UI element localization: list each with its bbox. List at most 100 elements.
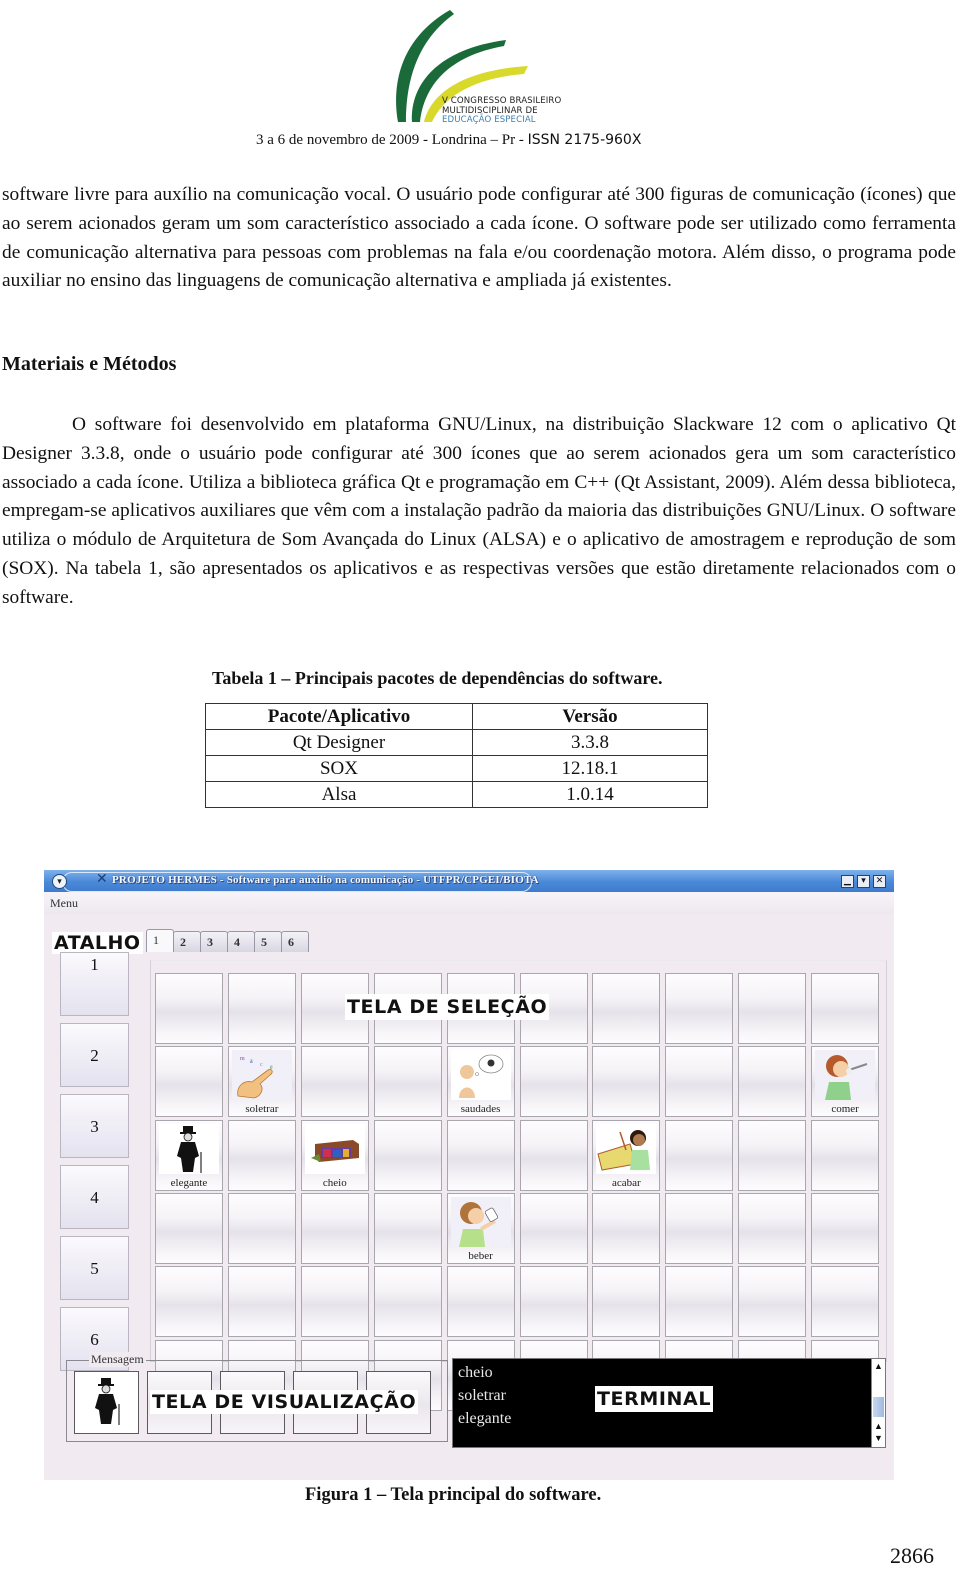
- shortcut-button-4[interactable]: 4: [60, 1165, 129, 1229]
- empty-icon-slot[interactable]: [227, 1266, 296, 1338]
- empty-icon-slot[interactable]: [665, 973, 734, 1044]
- empty-icon-slot[interactable]: [227, 1192, 296, 1264]
- table-cell: Qt Designer: [205, 729, 473, 756]
- empty-icon-slot[interactable]: [592, 1266, 661, 1338]
- icon-button-comer[interactable]: comer: [811, 1046, 880, 1118]
- empty-icon-slot[interactable]: [300, 1192, 369, 1264]
- tab-2[interactable]: 2: [173, 931, 201, 952]
- svg-text:c: c: [260, 1062, 263, 1068]
- atalho-label: ATALHO: [52, 932, 143, 954]
- issn: ISSN 2175-960X: [527, 132, 642, 148]
- tab-1[interactable]: 1: [146, 929, 174, 952]
- empty-icon-slot[interactable]: [738, 973, 807, 1044]
- empty-icon-slot[interactable]: [665, 1266, 734, 1338]
- empty-icon-slot[interactable]: [519, 1046, 588, 1118]
- empty-icon-slot[interactable]: [665, 1192, 734, 1264]
- finish-girl-box-icon: [596, 1123, 657, 1174]
- eating-boy-icon: [815, 1050, 876, 1101]
- empty-icon-slot[interactable]: [300, 1266, 369, 1338]
- full-box-icon: [304, 1123, 365, 1174]
- empty-icon-slot[interactable]: [811, 1266, 880, 1338]
- empty-icon-slot[interactable]: [592, 973, 661, 1044]
- empty-icon-slot[interactable]: [738, 1119, 807, 1191]
- visualization-screen-label: TELA DE VISUALIZAÇÃO: [150, 1390, 419, 1414]
- empty-icon-slot[interactable]: [373, 1119, 442, 1191]
- terminal-line: cheio: [458, 1364, 493, 1381]
- table-row: SOX 12.18.1: [205, 755, 708, 782]
- empty-icon-slot[interactable]: [592, 1192, 661, 1264]
- scroll-up-icon[interactable]: ▲: [872, 1421, 885, 1432]
- tab-5[interactable]: 5: [254, 931, 282, 952]
- empty-icon-slot[interactable]: [738, 1266, 807, 1338]
- dependencies-table: Pacote/Aplicativo Versão Qt Designer 3.3…: [205, 703, 708, 808]
- terminal-scrollbar[interactable]: ▲ ▲ ▼: [871, 1359, 885, 1447]
- terminal-line: soletrar: [458, 1387, 506, 1404]
- shortcut-button-label: 3: [90, 1117, 99, 1136]
- minimize-button[interactable]: ▁: [841, 875, 854, 888]
- empty-icon-slot[interactable]: [446, 1266, 515, 1338]
- event-line: 3 a 6 de novembro de 2009 - Londrina – P…: [256, 132, 736, 149]
- empty-icon-slot[interactable]: [811, 1192, 880, 1264]
- empty-icon-slot[interactable]: [300, 1046, 369, 1118]
- empty-icon-slot[interactable]: [738, 1192, 807, 1264]
- icon-button-beber[interactable]: beber: [446, 1192, 515, 1264]
- empty-icon-slot[interactable]: [155, 973, 223, 1044]
- empty-icon-slot[interactable]: [227, 973, 296, 1044]
- tab-6[interactable]: 6: [281, 931, 309, 952]
- icon-label: cheio: [322, 1176, 347, 1189]
- icon-button-cheio[interactable]: cheio: [300, 1119, 369, 1191]
- logo-text: V CONGRESSO BRASILEIRO MULTIDISCIPLINAR …: [442, 96, 561, 126]
- table-header-row: Pacote/Aplicativo Versão: [205, 703, 708, 730]
- close-button[interactable]: ✕: [873, 875, 886, 888]
- scroll-thumb[interactable]: [873, 1397, 884, 1417]
- empty-icon-slot[interactable]: [665, 1046, 734, 1118]
- scroll-up-icon[interactable]: ▲: [872, 1361, 885, 1372]
- empty-icon-slot[interactable]: [811, 1119, 880, 1191]
- elegant-man-icon: [77, 1376, 137, 1426]
- icon-label: saudades: [460, 1103, 501, 1116]
- empty-icon-slot[interactable]: [811, 973, 880, 1044]
- empty-icon-slot[interactable]: [373, 1046, 442, 1118]
- icon-label: soletrar: [245, 1103, 279, 1116]
- terminal-line: elegante: [458, 1410, 512, 1427]
- empty-icon-slot[interactable]: [373, 1192, 442, 1264]
- tab-4[interactable]: 4: [227, 931, 255, 952]
- empty-icon-slot[interactable]: [446, 1119, 515, 1191]
- shortcut-button-3[interactable]: 3: [60, 1094, 129, 1158]
- empty-icon-slot[interactable]: [519, 1266, 588, 1338]
- shortcut-button-label: 1: [90, 955, 99, 974]
- empty-icon-slot[interactable]: [592, 1046, 661, 1118]
- icon-button-elegante[interactable]: elegante: [155, 1119, 223, 1191]
- empty-icon-slot[interactable]: [155, 1046, 223, 1118]
- empty-icon-slot[interactable]: [519, 1119, 588, 1191]
- empty-icon-slot[interactable]: [155, 1192, 223, 1264]
- shortcut-button-5[interactable]: 5: [60, 1236, 129, 1300]
- spelling-hand-icon: mācē: [231, 1050, 292, 1101]
- empty-icon-slot[interactable]: [519, 1192, 588, 1264]
- icon-label: acabar: [612, 1176, 641, 1189]
- empty-icon-slot[interactable]: [227, 1119, 296, 1191]
- app-window: ▾ ✕ PROJETO HERMES - Software para auxíl…: [44, 870, 894, 1480]
- shortcut-button-1[interactable]: 1: [60, 952, 129, 1016]
- svg-text:ā: ā: [250, 1059, 253, 1065]
- event-dates: 3 a 6 de novembro de 2009 - Londrina – P…: [256, 132, 528, 148]
- table-cell: 1.0.14: [472, 781, 708, 808]
- empty-icon-slot[interactable]: [665, 1119, 734, 1191]
- maximize-button[interactable]: ▾: [857, 875, 870, 888]
- icon-button-acabar[interactable]: acabar: [592, 1119, 661, 1191]
- scroll-down-icon[interactable]: ▼: [872, 1433, 885, 1444]
- shortcut-button-2[interactable]: 2: [60, 1023, 129, 1087]
- table-row: Qt Designer 3.3.8: [205, 729, 708, 756]
- empty-icon-slot[interactable]: [155, 1266, 223, 1338]
- icon-button-soletrar[interactable]: m ā c ē soletrar: [227, 1046, 296, 1118]
- icon-label: beber: [468, 1249, 493, 1262]
- tab-3[interactable]: 3: [200, 931, 228, 952]
- icon-button-saudades[interactable]: saudades: [446, 1046, 515, 1118]
- menu-item-menu[interactable]: Menu: [50, 896, 78, 911]
- message-slot-filled[interactable]: [74, 1371, 139, 1434]
- shortcut-button-label: 4: [90, 1188, 99, 1207]
- empty-icon-slot[interactable]: [373, 1266, 442, 1338]
- window-menu-button[interactable]: ▾: [52, 874, 67, 889]
- missing-someone-icon: [450, 1050, 511, 1101]
- empty-icon-slot[interactable]: [738, 1046, 807, 1118]
